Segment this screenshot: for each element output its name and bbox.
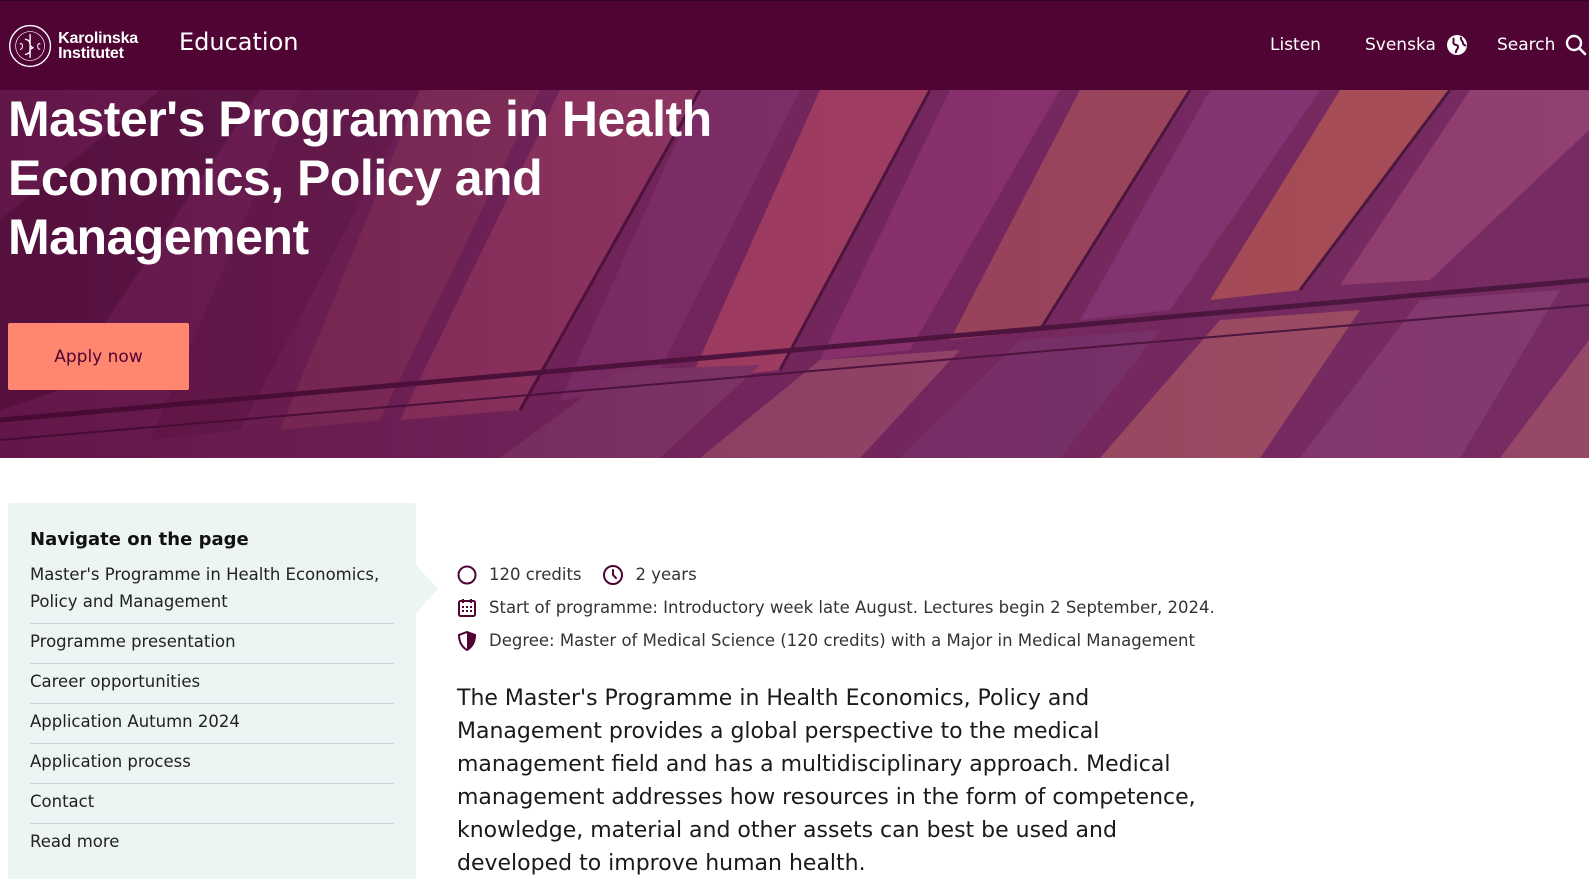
listen-button[interactable]: Listen <box>1270 35 1321 55</box>
page-nav-item-presentation[interactable]: Programme presentation <box>30 627 394 664</box>
listen-label: Listen <box>1270 35 1321 55</box>
site-header: Karolinska Institutet Education Listen S… <box>0 0 1589 90</box>
fact-credits: 120 credits <box>457 565 582 585</box>
fact-start: Start of programme: Introductory week la… <box>457 598 1215 618</box>
calendar-icon <box>458 598 476 617</box>
circle-icon <box>457 565 477 584</box>
page-nav-item-programme[interactable]: Master's Programme in Health Economics, … <box>30 560 394 624</box>
ki-seal-icon <box>9 24 52 68</box>
page-navigation: Navigate on the page Master's Programme … <box>8 503 438 879</box>
page-nav-item-contact[interactable]: Contact <box>30 787 394 824</box>
fact-row-credits-duration: 120 credits 2 years <box>457 558 1257 591</box>
shield-icon <box>457 630 477 651</box>
credits-value: 120 credits <box>489 565 582 584</box>
logo-line-1: Karolinska <box>58 30 138 47</box>
language-label: Svenska <box>1365 35 1436 55</box>
intro-paragraph: The Master's Programme in Health Economi… <box>457 686 1196 876</box>
degree-value: Degree: Master of Medical Science (120 c… <box>489 631 1195 650</box>
page-title: Master's Programme in Health Economics, … <box>8 91 712 265</box>
fact-row-start: Start of programme: Introductory week la… <box>457 591 1257 624</box>
section-title[interactable]: Education <box>179 28 298 56</box>
fact-duration: 2 years <box>602 564 697 586</box>
hero-banner: Master's Programme in Health Economics, … <box>0 90 1589 458</box>
fact-row-degree: Degree: Master of Medical Science (120 c… <box>457 624 1257 657</box>
start-value: Start of programme: Introductory week la… <box>489 598 1215 617</box>
page-nav-item-read-more[interactable]: Read more <box>30 827 394 863</box>
programme-facts: 120 credits 2 years Start of programme: … <box>457 558 1257 657</box>
duration-value: 2 years <box>635 565 697 584</box>
apply-now-button[interactable]: Apply now <box>8 323 189 390</box>
logo-wordmark: Karolinska Institutet <box>58 30 138 62</box>
search-label: Search <box>1497 35 1556 55</box>
search-button[interactable]: Search <box>1497 34 1587 56</box>
language-switch[interactable]: Svenska <box>1365 34 1468 56</box>
page-nav-item-career[interactable]: Career opportunities <box>30 667 394 704</box>
ki-logo[interactable]: Karolinska Institutet <box>8 19 138 73</box>
globe-icon <box>1446 35 1467 55</box>
page-nav-item-application-process[interactable]: Application process <box>30 747 394 784</box>
clock-icon <box>602 564 623 585</box>
search-icon <box>1566 34 1587 56</box>
page-nav-list: Master's Programme in Health Economics, … <box>30 560 394 863</box>
fact-degree: Degree: Master of Medical Science (120 c… <box>457 630 1195 651</box>
logo-line-2: Institutet <box>58 45 124 62</box>
page-nav-heading: Navigate on the page <box>30 529 249 550</box>
page-nav-item-application[interactable]: Application Autumn 2024 <box>30 707 394 744</box>
